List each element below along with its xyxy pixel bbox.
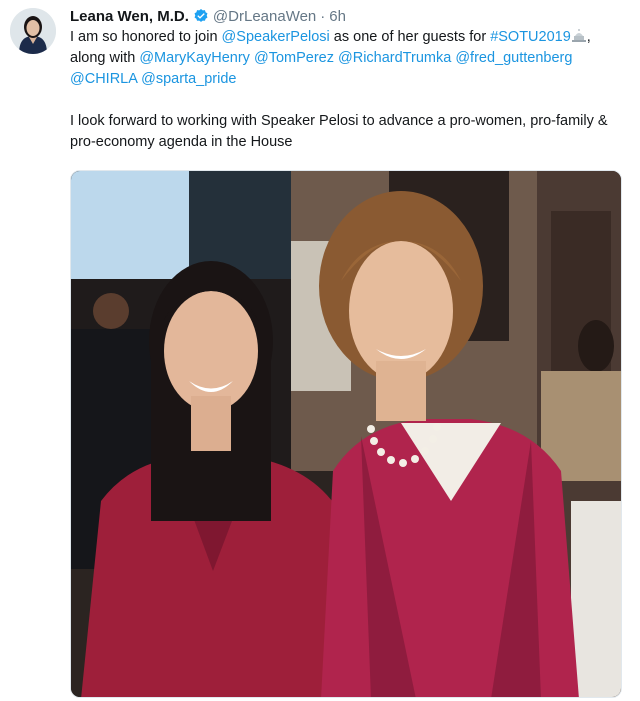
header-separator: ·	[320, 7, 326, 25]
verified-badge-icon	[194, 9, 208, 22]
author-avatar[interactable]	[10, 8, 56, 54]
author-name[interactable]: Leana Wen, M.D.	[70, 8, 189, 25]
tweet-photo[interactable]	[70, 170, 622, 698]
tweet-paragraph-1: I am so honored to join @SpeakerPelosi a…	[70, 27, 630, 90]
mention-chirla[interactable]: @CHIRLA	[70, 71, 137, 87]
text-segment: along with	[70, 50, 140, 66]
capitol-building-icon	[571, 29, 586, 42]
text-segment: I am so honored to join	[70, 29, 222, 45]
mention-tomperez[interactable]: @TomPerez	[254, 50, 334, 66]
mention-sparta-pride[interactable]: @sparta_pride	[141, 71, 236, 87]
hashtag-sotu2019[interactable]: #SOTU2019	[490, 29, 571, 45]
tweet-header: Leana Wen, M.D. @DrLeanaWen · 6h	[70, 6, 346, 26]
mention-fred-guttenberg[interactable]: @fred_guttenberg	[455, 50, 572, 66]
mention-marykayhenry[interactable]: @MaryKayHenry	[139, 50, 250, 66]
tweet-timestamp[interactable]: 6h	[329, 8, 346, 25]
mention-speakerpelosi[interactable]: @SpeakerPelosi	[222, 29, 330, 45]
text-segment: as one of her guests for	[329, 29, 491, 45]
tweet-paragraph-2: I look forward to working with Speaker P…	[70, 113, 608, 150]
text-segment: ,	[586, 29, 591, 45]
author-handle[interactable]: @DrLeanaWen	[213, 8, 316, 25]
tweet-text: I am so honored to join @SpeakerPelosi a…	[70, 27, 630, 153]
tweet-card[interactable]: Leana Wen, M.D. @DrLeanaWen · 6h I am so…	[0, 0, 640, 701]
mention-richardtrumka[interactable]: @RichardTrumka	[338, 50, 451, 66]
